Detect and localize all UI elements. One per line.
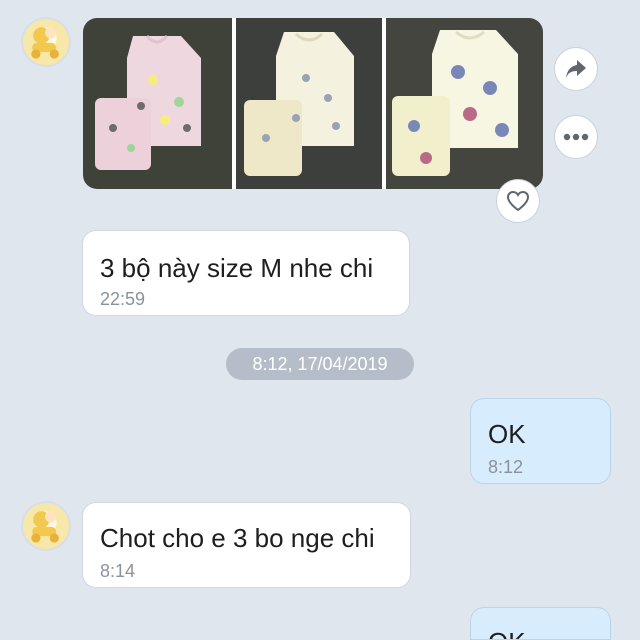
product-photo-3[interactable] [386, 18, 543, 189]
contact-avatar[interactable] [21, 501, 71, 551]
message-time: 8:14 [100, 561, 136, 581]
more-options-button[interactable] [554, 115, 598, 159]
product-photo-2[interactable] [236, 18, 382, 189]
message-bubble-outgoing[interactable]: OK [470, 607, 611, 640]
message-text: OK [488, 419, 526, 449]
message-bubble-incoming[interactable]: Chot cho e 3 bo nge chi 8:14 [82, 502, 411, 588]
message-bubble-outgoing[interactable]: OK 8:12 [470, 398, 611, 484]
message-time: 22:59 [100, 289, 146, 309]
message-bubble-incoming[interactable]: 3 bộ này size M nhe chi 22:59 [82, 230, 410, 316]
product-photo-1[interactable] [83, 18, 232, 189]
share-button[interactable] [554, 47, 598, 91]
message-text: Chot cho e 3 bo nge chi [100, 523, 375, 553]
message-time: 8:12 [488, 457, 524, 477]
share-icon [566, 60, 586, 78]
avatar-image [31, 511, 59, 543]
heart-icon [506, 190, 530, 212]
avatar-image [31, 27, 59, 59]
message-text: 3 bộ này size M nhe chi [100, 253, 374, 283]
message-text: OK [488, 627, 526, 639]
contact-avatar[interactable] [21, 17, 71, 67]
date-separator: 8:12, 17/04/2019 [226, 348, 414, 380]
photo-gallery[interactable] [83, 18, 543, 189]
react-button[interactable] [496, 179, 540, 223]
more-icon [563, 133, 589, 141]
